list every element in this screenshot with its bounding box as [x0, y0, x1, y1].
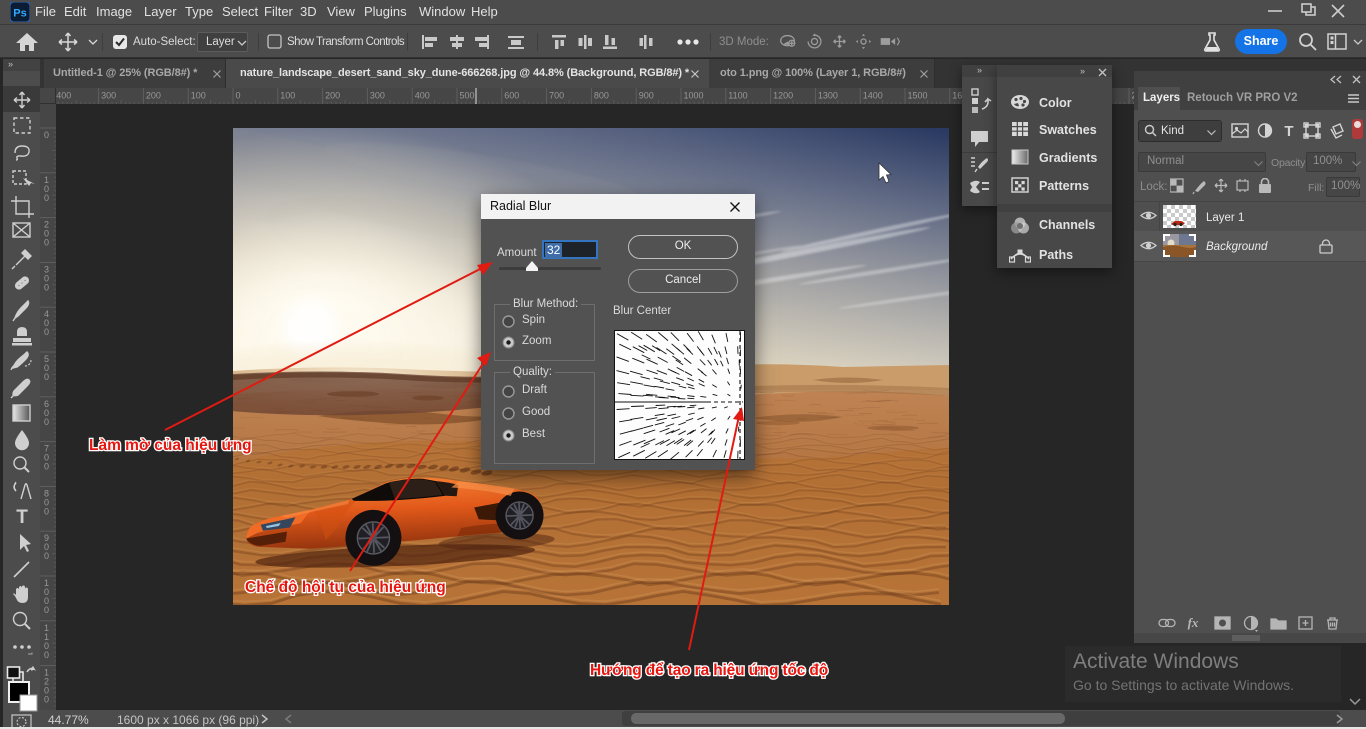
svg-text:Hướng để tạo ra hiệu ứng tốc đ: Hướng để tạo ra hiệu ứng tốc độ [590, 662, 828, 679]
svg-text:Chế độ hội tụ của hiệu ứng: Chế độ hội tụ của hiệu ứng [245, 579, 446, 596]
svg-text:Làm mờ của hiệu ứng: Làm mờ của hiệu ứng [89, 437, 252, 454]
